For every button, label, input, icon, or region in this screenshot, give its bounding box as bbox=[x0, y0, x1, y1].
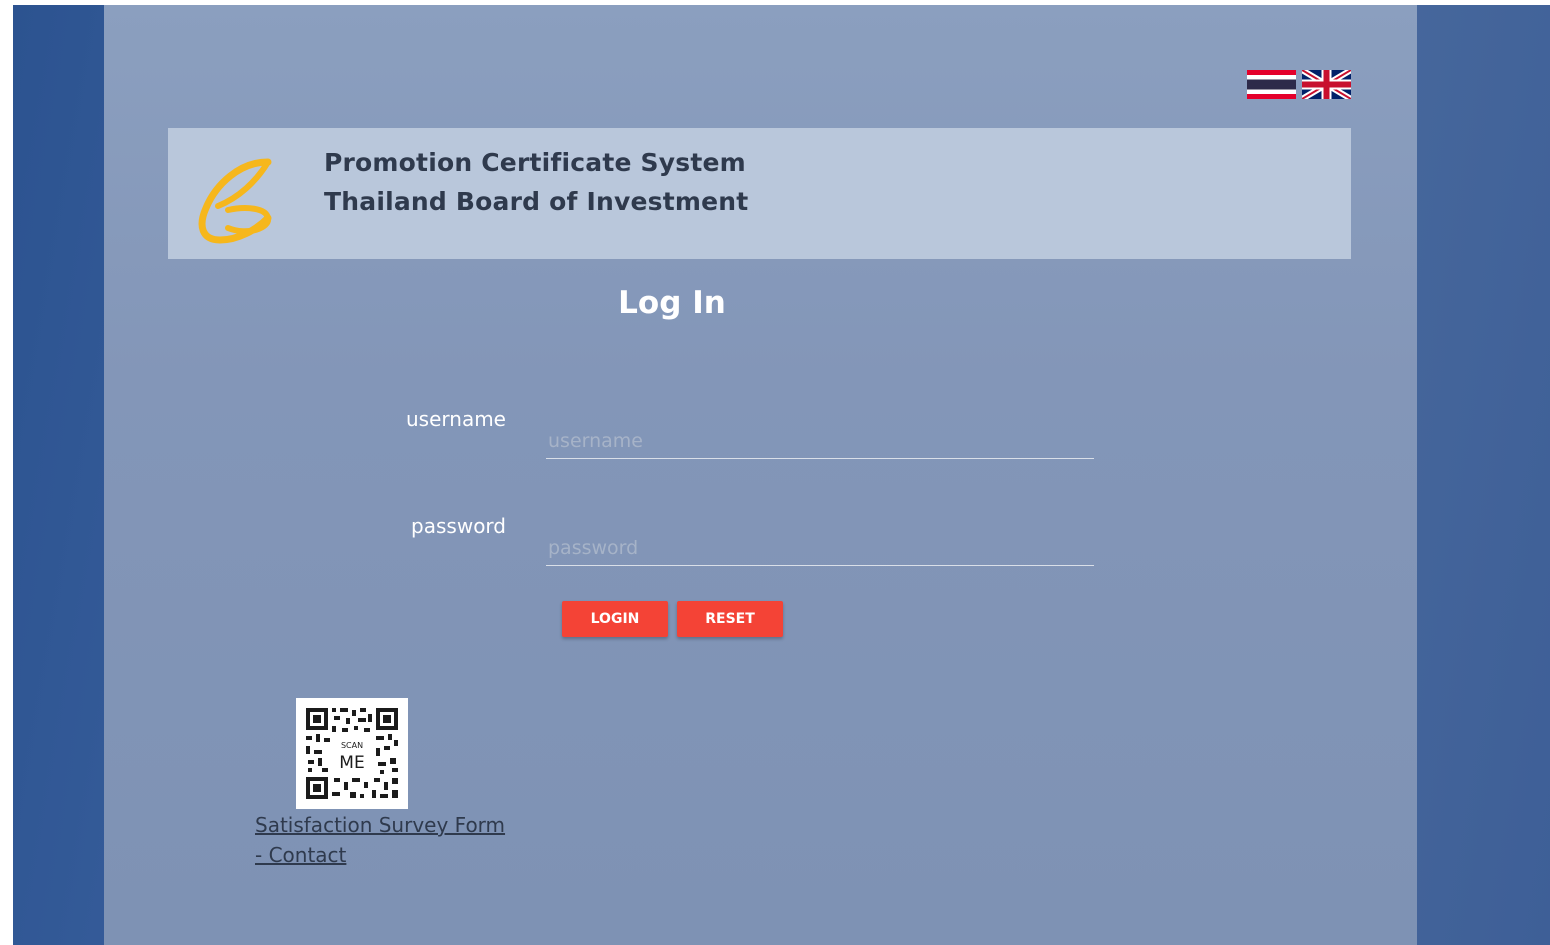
contact-link[interactable]: - Contact bbox=[255, 843, 346, 867]
qr-code-icon: SCAN ME bbox=[296, 698, 408, 809]
thai-flag-icon[interactable] bbox=[1247, 70, 1296, 99]
boi-butterfly-logo-icon bbox=[198, 158, 272, 244]
login-heading: Log In bbox=[618, 285, 726, 321]
password-label: password bbox=[411, 514, 506, 538]
username-label: username bbox=[406, 407, 506, 431]
svg-text:ME: ME bbox=[339, 753, 364, 773]
language-switcher bbox=[1247, 70, 1351, 99]
satisfaction-survey-link[interactable]: Satisfaction Survey Form bbox=[255, 813, 505, 837]
svg-text:SCAN: SCAN bbox=[341, 741, 363, 750]
reset-button[interactable]: RESET bbox=[677, 601, 783, 637]
username-input[interactable] bbox=[546, 424, 1094, 459]
system-title: Promotion Certificate System bbox=[324, 148, 746, 177]
organization-title: Thailand Board of Investment bbox=[324, 187, 749, 216]
login-button[interactable]: LOGIN bbox=[562, 601, 668, 637]
uk-flag-icon[interactable] bbox=[1302, 70, 1351, 99]
header-banner: Promotion Certificate System Thailand Bo… bbox=[168, 128, 1351, 259]
password-input[interactable] bbox=[546, 531, 1094, 566]
